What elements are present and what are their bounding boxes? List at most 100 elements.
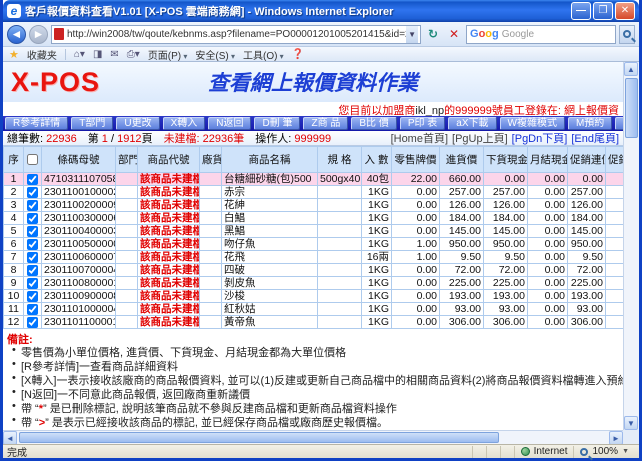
stop-button[interactable]: ✕: [445, 25, 463, 44]
row-qty: 1KG: [362, 316, 392, 329]
minimize-button[interactable]: —: [571, 2, 591, 20]
row-factory-no: [200, 238, 222, 251]
toolbar-button[interactable]: P印 表: [400, 117, 445, 130]
row-checkbox[interactable]: [27, 226, 38, 237]
forward-button[interactable]: ►: [29, 25, 48, 44]
horizontal-scroll-thumb[interactable]: [19, 432, 499, 443]
menu-page[interactable]: 页面(P): [148, 47, 188, 62]
row-status: 該商品未建檔: [138, 212, 200, 225]
row-checkbox[interactable]: [27, 304, 38, 315]
row-dept: [116, 264, 138, 277]
record-counters: 總筆數: 22936 第 1 / 1912頁 未建檔: 22936筆 操作人: …: [7, 130, 331, 146]
row-cash-price: 126.00: [484, 199, 528, 212]
row-barcode: 2301101000004: [42, 303, 116, 316]
close-button[interactable]: ✕: [615, 2, 635, 20]
toolbar-button[interactable]: D刪 筆: [254, 117, 300, 130]
help-icon[interactable]: ❓: [292, 49, 304, 60]
row-spec: [318, 290, 362, 303]
toolbar-button[interactable]: B比 價: [351, 117, 396, 130]
scroll-down-icon[interactable]: ▼: [624, 416, 638, 430]
menu-safety[interactable]: 安全(S): [195, 47, 235, 62]
table-row: 14710311107058該商品未建檔台糖細砂糖(包)500500gx4040…: [4, 173, 624, 186]
row-qty: 1KG: [362, 264, 392, 277]
google-icon: Goog: [470, 28, 499, 40]
page-nav-link[interactable]: [PgUp上頁]: [452, 133, 508, 145]
row-product-name: 花飛: [222, 251, 318, 264]
row-checkbox[interactable]: [27, 239, 38, 250]
column-header: 月結現金: [528, 147, 568, 173]
back-button[interactable]: ◄: [7, 25, 26, 44]
row-checkbox[interactable]: [27, 174, 38, 185]
title-bar: e 客戶報價資料查看V1.01 [X-POS 雲端商務網] - Windows …: [3, 0, 639, 22]
row-checkbox[interactable]: [27, 265, 38, 276]
toolbar-button[interactable]: W複雜模式: [500, 117, 565, 130]
page-nav-link[interactable]: [Home首頁]: [391, 133, 448, 145]
row-checkbox[interactable]: [27, 200, 38, 211]
row-retail-price: 0.00: [392, 212, 440, 225]
home-icon[interactable]: ⌂▾: [74, 49, 85, 60]
row-cash-price: 225.00: [484, 277, 528, 290]
address-url[interactable]: http://win2008/tw/qoute/kebnms.asp?filen…: [67, 29, 406, 40]
page-nav-link[interactable]: [PgDn下頁]: [512, 133, 568, 145]
vertical-scroll-thumb[interactable]: [625, 78, 638, 138]
row-checkbox[interactable]: [27, 252, 38, 263]
toolbar-button[interactable]: M預約: [568, 117, 612, 130]
row-checkbox[interactable]: [27, 278, 38, 289]
row-status: 該商品未建檔: [138, 251, 200, 264]
row-promo-price: 184.00: [568, 212, 606, 225]
row-retail-price: 0.00: [392, 225, 440, 238]
toolbar-button[interactable]: R參考詳情: [5, 117, 68, 130]
print-icon[interactable]: ⎙▾: [127, 49, 140, 60]
page-nav-link[interactable]: [End尾頁]: [571, 133, 619, 145]
row-status: 該商品未建檔: [138, 303, 200, 316]
row-factory-no: [200, 199, 222, 212]
row-cash-price: 93.00: [484, 303, 528, 316]
row-checkbox-cell: [24, 251, 42, 264]
row-monthly-price: 0.00: [528, 277, 568, 290]
row-promo-date: [606, 277, 624, 290]
toolbar-button[interactable]: aX下載: [448, 117, 496, 130]
quote-table: 序條碼母號部門商品代號廠貨號商品名稱規 格入 數零售牌價進貨價下貨現金月結現金促…: [3, 146, 623, 329]
table-row: 102301100900008該商品未建檔沙梭1KG0.00193.00193.…: [4, 290, 624, 303]
mail-icon[interactable]: ✉: [110, 49, 118, 60]
scroll-left-icon[interactable]: ◄: [3, 431, 17, 444]
toolbar-button[interactable]: X轉入: [163, 117, 206, 130]
toolbar-button[interactable]: Z商 品: [303, 117, 348, 130]
scroll-right-icon[interactable]: ►: [609, 431, 623, 444]
zone-label: Internet: [534, 446, 568, 457]
row-seq: 8: [4, 264, 24, 277]
row-promo-price: 145.00: [568, 225, 606, 238]
row-spec: [318, 316, 362, 329]
feeds-icon[interactable]: ◨: [93, 49, 102, 60]
address-bar[interactable]: http://win2008/tw/qoute/kebnms.asp?filen…: [51, 25, 421, 44]
zoom-control[interactable]: 100% ▼: [573, 446, 635, 458]
scroll-up-icon[interactable]: ▲: [624, 62, 638, 76]
row-checkbox[interactable]: [27, 317, 38, 328]
column-header: 商品名稱: [222, 147, 318, 173]
vertical-scrollbar[interactable]: ▲ ▼: [623, 62, 639, 444]
favorites-label[interactable]: 收藏夹: [27, 47, 57, 62]
status-segment: 操作人:: [244, 133, 294, 145]
search-go-button[interactable]: [619, 25, 635, 44]
refresh-button[interactable]: ↻: [424, 25, 442, 44]
login-info-segment: ikl_np: [415, 105, 444, 116]
favorites-star-icon[interactable]: ★: [9, 48, 19, 61]
search-box[interactable]: Goog Google: [466, 25, 616, 44]
maximize-button[interactable]: ❐: [593, 2, 613, 20]
menu-tools[interactable]: 工具(O): [243, 47, 284, 62]
toolbar-button[interactable]: N返回: [208, 117, 251, 130]
row-monthly-price: 0.00: [528, 316, 568, 329]
row-checkbox[interactable]: [27, 291, 38, 302]
address-dropdown-icon[interactable]: ▼: [406, 26, 418, 43]
row-checkbox[interactable]: [27, 213, 38, 224]
horizontal-scrollbar[interactable]: ◄ ►: [3, 430, 623, 444]
row-monthly-price: 0.00: [528, 264, 568, 277]
row-monthly-price: 0.00: [528, 173, 568, 186]
toolbar-button[interactable]: U更改: [116, 117, 159, 130]
toolbar-button[interactable]: T部門: [71, 117, 113, 130]
row-status: 該商品未建檔: [138, 225, 200, 238]
toolbar-button[interactable]: Esc離: [615, 117, 623, 130]
row-checkbox[interactable]: [27, 187, 38, 198]
select-all-checkbox[interactable]: [27, 154, 38, 165]
zoom-dropdown-icon[interactable]: ▼: [622, 448, 629, 455]
